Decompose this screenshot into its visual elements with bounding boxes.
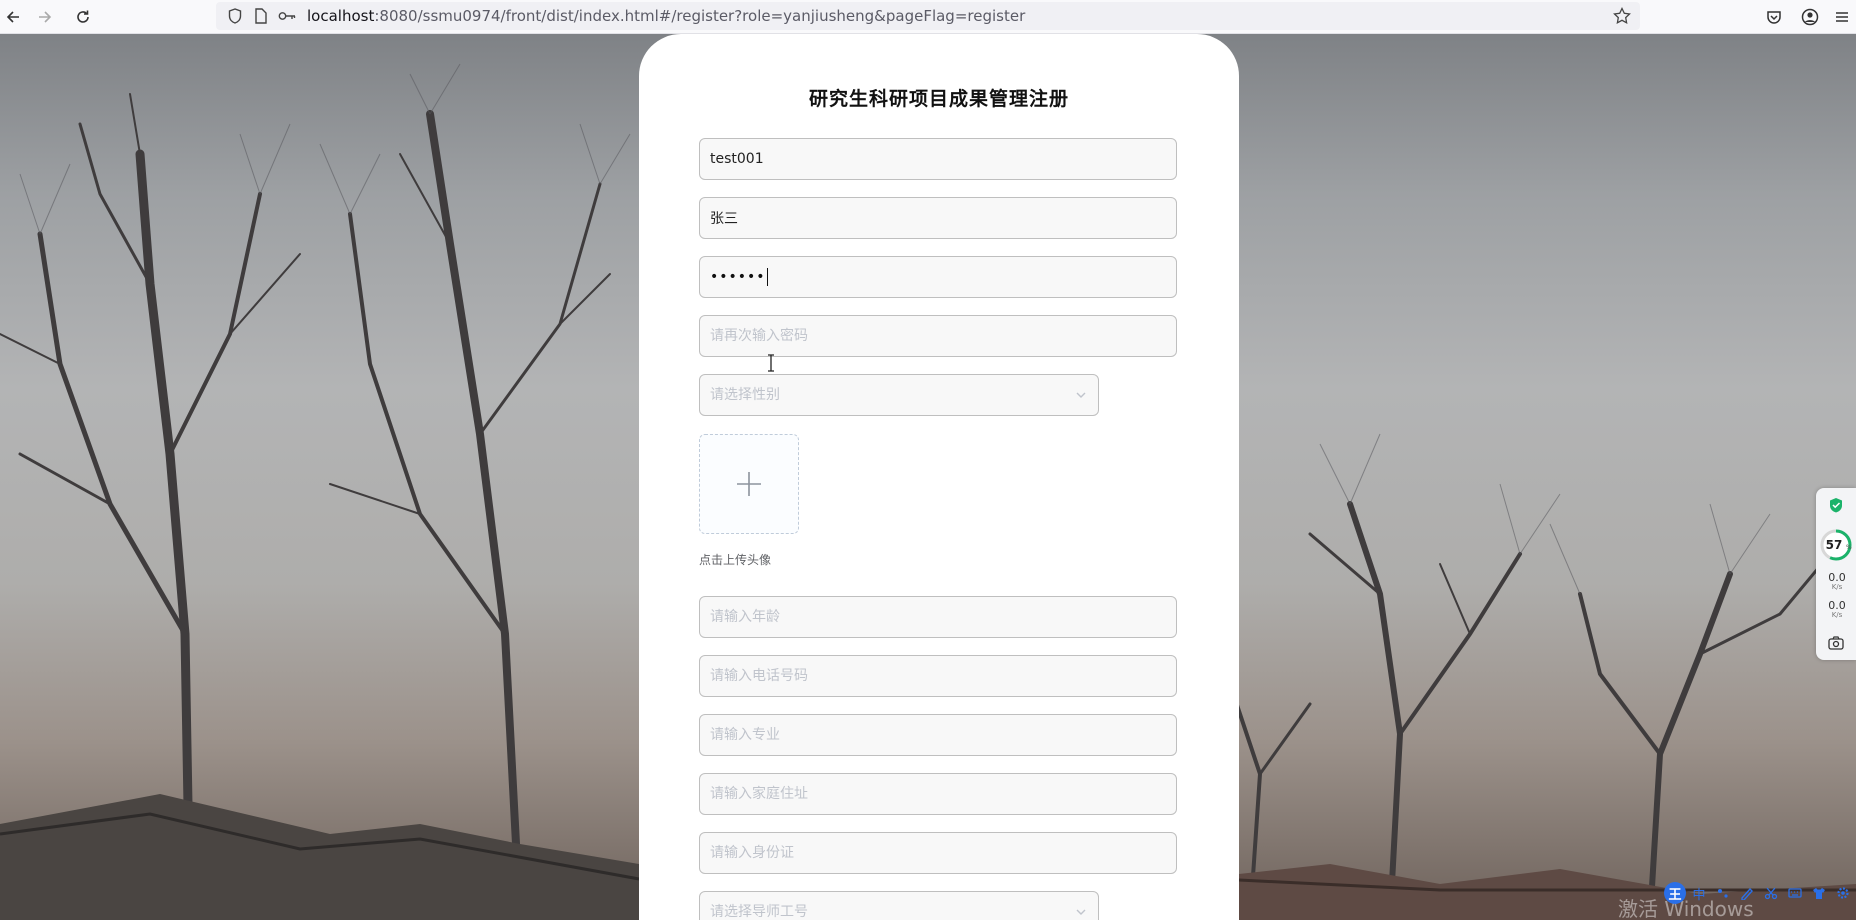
- upload-rate-unit: K/s: [1831, 583, 1843, 591]
- account-field[interactable]: [699, 138, 1177, 180]
- chevron-down-icon: [1076, 909, 1086, 915]
- ime-logo-icon[interactable]: 王: [1664, 882, 1686, 904]
- phone-field[interactable]: [699, 655, 1177, 697]
- major-field[interactable]: [699, 714, 1177, 756]
- tracking-shield-icon[interactable]: [226, 7, 244, 25]
- confirm-password-field[interactable]: [699, 315, 1177, 357]
- phone-input[interactable]: [700, 656, 1176, 696]
- download-rate: 0.0 K/s: [1818, 600, 1856, 619]
- pocket-icon: [1767, 11, 1781, 24]
- idcard-input[interactable]: [700, 833, 1176, 873]
- pocket-button[interactable]: [1761, 4, 1787, 30]
- settings-gear-icon[interactable]: [1832, 882, 1854, 904]
- download-rate-unit: K/s: [1831, 611, 1843, 619]
- name-input[interactable]: [700, 198, 1176, 238]
- upload-rate: 0.0 K/s: [1818, 572, 1856, 591]
- permissions-key-icon[interactable]: [278, 7, 296, 25]
- skin-shirt-icon[interactable]: [1808, 882, 1830, 904]
- gender-placeholder: 请选择性别: [710, 387, 780, 403]
- password-input[interactable]: ••••••: [710, 257, 768, 297]
- handwriting-icon[interactable]: [1736, 882, 1758, 904]
- bookmark-star-icon[interactable]: [1613, 7, 1631, 25]
- gender-select[interactable]: 请选择性别: [699, 374, 1099, 416]
- page-info-icon[interactable]: [252, 7, 270, 25]
- account-button[interactable]: [1797, 4, 1823, 30]
- avatar-upload[interactable]: [699, 434, 799, 534]
- screenshot-camera-icon[interactable]: [1816, 634, 1856, 654]
- idcard-field[interactable]: [699, 832, 1177, 874]
- name-field[interactable]: [699, 197, 1177, 239]
- security-shield-icon[interactable]: [1816, 494, 1856, 524]
- memory-percent-unit: %: [1846, 544, 1852, 551]
- url-text[interactable]: localhost:8080/ssmu0974/front/dist/index…: [307, 2, 1025, 30]
- back-button[interactable]: [0, 4, 26, 30]
- forward-arrow-icon: [39, 11, 52, 23]
- browser-toolbar: localhost:8080/ssmu0974/front/dist/index…: [0, 0, 1856, 34]
- age-input[interactable]: [700, 597, 1176, 637]
- text-caret: [766, 268, 768, 286]
- tutor-placeholder: 请选择导师工号: [710, 904, 808, 920]
- text-cursor-icon: [768, 354, 774, 372]
- keyboard-icon[interactable]: [1784, 882, 1806, 904]
- url-host: localhost: [307, 7, 375, 25]
- hamburger-menu-icon: [1836, 12, 1848, 22]
- menu-button[interactable]: [1829, 4, 1855, 30]
- confirm-password-input[interactable]: [700, 316, 1176, 356]
- forward-button[interactable]: [32, 4, 58, 30]
- back-arrow-icon: [6, 11, 19, 23]
- punctuation-icon[interactable]: [1712, 882, 1734, 904]
- url-path: :8080/ssmu0974/front/dist/index.html#/re…: [374, 7, 1026, 25]
- register-card: 研究生科研项目成果管理注册 •••••• 请选择性别 点击上传头像: [639, 34, 1239, 920]
- address-input[interactable]: [700, 774, 1176, 814]
- password-mask: ••••••: [710, 269, 766, 285]
- page-viewport: 研究生科研项目成果管理注册 •••••• 请选择性别 点击上传头像: [0, 34, 1856, 920]
- reload-button[interactable]: [70, 4, 96, 30]
- ime-toolbar[interactable]: 王 中: [1664, 880, 1856, 906]
- memory-usage-ring[interactable]: 57 %: [1819, 528, 1853, 562]
- reload-icon: [77, 10, 89, 23]
- scissors-icon[interactable]: [1760, 882, 1782, 904]
- major-input[interactable]: [700, 715, 1176, 755]
- account-input[interactable]: [700, 139, 1176, 179]
- avatar-upload-hint: 点击上传头像: [699, 553, 772, 567]
- address-bar[interactable]: localhost:8080/ssmu0974/front/dist/index…: [216, 2, 1640, 30]
- system-monitor-widget[interactable]: 57 % 0.0 K/s 0.0 K/s: [1816, 488, 1856, 660]
- address-field[interactable]: [699, 773, 1177, 815]
- chevron-down-icon: [1076, 392, 1086, 398]
- tutor-select[interactable]: 请选择导师工号: [699, 891, 1099, 920]
- age-field[interactable]: [699, 596, 1177, 638]
- account-icon: [1801, 8, 1819, 26]
- ime-mode-toggle[interactable]: 中: [1688, 882, 1710, 904]
- memory-percent: 57: [1826, 538, 1843, 552]
- register-title: 研究生科研项目成果管理注册: [808, 88, 1069, 110]
- password-field[interactable]: ••••••: [699, 256, 1177, 298]
- plus-icon: [737, 472, 761, 496]
